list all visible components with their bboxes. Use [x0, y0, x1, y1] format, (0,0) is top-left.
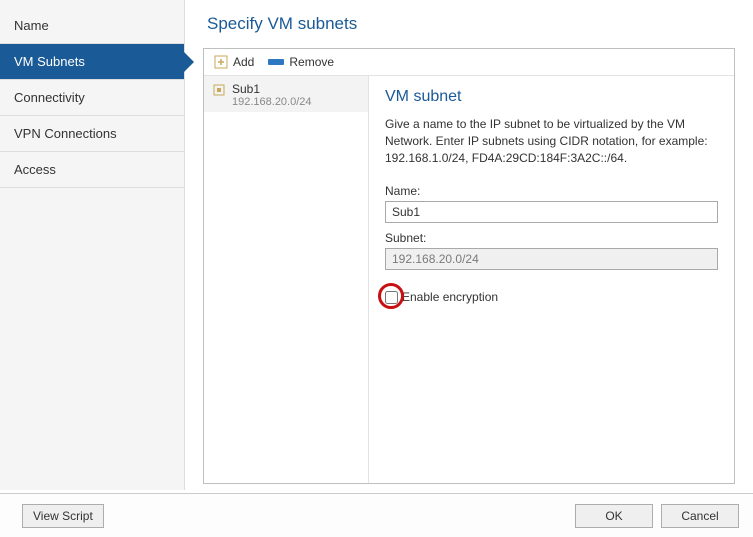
- enable-encryption-label: Enable encryption: [402, 290, 498, 304]
- sidebar-item-name[interactable]: Name: [0, 8, 184, 43]
- subnet-input: [385, 248, 718, 270]
- subnet-label: Subnet:: [385, 231, 718, 245]
- enable-encryption-checkbox[interactable]: [385, 291, 398, 304]
- sidebar-item-vm-subnets[interactable]: VM Subnets: [0, 44, 184, 79]
- content-frame: Add Remove: [203, 48, 735, 484]
- list-item-name: Sub1: [232, 82, 312, 96]
- remove-label: Remove: [289, 55, 334, 69]
- add-label: Add: [233, 55, 254, 69]
- ok-button[interactable]: OK: [575, 504, 653, 528]
- encryption-row: Enable encryption: [385, 290, 718, 304]
- divider: [0, 187, 184, 188]
- main-panel: Specify VM subnets Add Remove: [185, 0, 753, 490]
- split: Sub1 192.168.20.0/24 VM subnet Give a na…: [204, 76, 734, 483]
- help-text: Give a name to the IP subnet to be virtu…: [385, 116, 718, 166]
- sidebar-item-connectivity[interactable]: Connectivity: [0, 80, 184, 115]
- sidebar-item-access[interactable]: Access: [0, 152, 184, 187]
- sidebar-item-label: VPN Connections: [14, 126, 117, 141]
- add-icon: [214, 55, 228, 69]
- detail-pane: VM subnet Give a name to the IP subnet t…: [369, 76, 734, 483]
- remove-button[interactable]: Remove: [266, 53, 336, 71]
- footer: View Script OK Cancel: [0, 493, 753, 537]
- view-script-button[interactable]: View Script: [22, 504, 104, 528]
- page-title: Specify VM subnets: [207, 14, 735, 34]
- sidebar: Name VM Subnets Connectivity VPN Connect…: [0, 0, 185, 490]
- cancel-button[interactable]: Cancel: [661, 504, 739, 528]
- add-button[interactable]: Add: [212, 53, 256, 71]
- subnet-icon: [212, 83, 226, 97]
- section-title: VM subnet: [385, 88, 718, 106]
- name-input[interactable]: [385, 201, 718, 223]
- list-item[interactable]: Sub1 192.168.20.0/24: [204, 76, 368, 112]
- remove-icon: [268, 57, 284, 67]
- subnet-list: Sub1 192.168.20.0/24: [204, 76, 369, 483]
- sidebar-item-label: Connectivity: [14, 90, 85, 105]
- sidebar-item-label: Access: [14, 162, 56, 177]
- sidebar-item-vpn-connections[interactable]: VPN Connections: [0, 116, 184, 151]
- sidebar-item-label: Name: [14, 18, 49, 33]
- sidebar-item-label: VM Subnets: [14, 54, 85, 69]
- list-item-cidr: 192.168.20.0/24: [232, 96, 312, 108]
- toolbar: Add Remove: [204, 49, 734, 76]
- name-label: Name:: [385, 184, 718, 198]
- list-item-text: Sub1 192.168.20.0/24: [232, 82, 312, 108]
